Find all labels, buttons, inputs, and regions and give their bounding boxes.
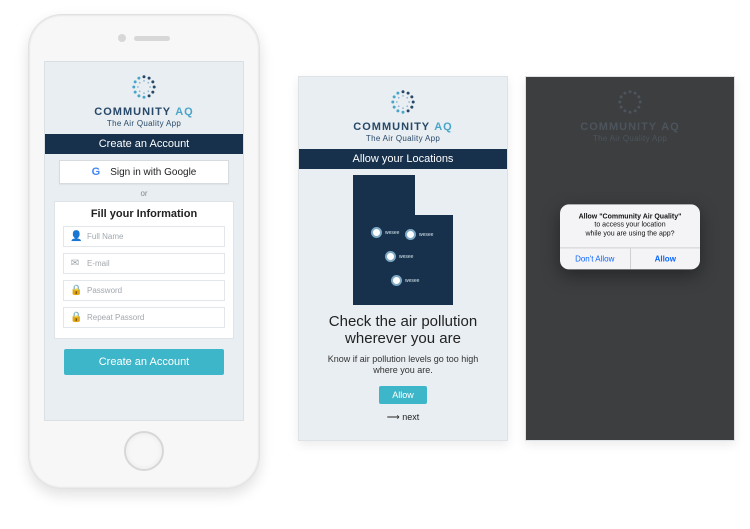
brand-name: COMMUNITY AQ — [526, 121, 734, 133]
header-allow-locations: Allow your Locations — [299, 149, 507, 169]
utah-map: wesee wesee wesee wesee — [343, 175, 463, 305]
community-aq-logo-icon — [386, 85, 420, 119]
map-pin[interactable]: wesee — [385, 251, 413, 262]
dont-allow-button[interactable]: Don't Allow — [560, 248, 631, 269]
fullname-field[interactable]: 👤 Full Name — [63, 226, 225, 247]
community-aq-logo-icon — [127, 70, 161, 104]
repeat-password-field[interactable]: 🔒 Repeat Passord — [63, 307, 225, 328]
lock-icon: 🔒 — [70, 312, 80, 323]
iphone-frame: COMMUNITY AQ The Air Quality App Create … — [28, 14, 260, 489]
brand-tagline: The Air Quality App — [526, 134, 734, 143]
email-placeholder: E-mail — [87, 259, 110, 268]
screen-ios-permission: COMMUNITY AQ The Air Quality App Allow "… — [525, 76, 735, 441]
google-signin-label: Sign in with Google — [110, 167, 196, 178]
next-link[interactable]: ⟶ next — [299, 412, 507, 423]
sub-headline: Know if air pollution levels go too high… — [299, 354, 507, 377]
mail-icon: ✉ — [70, 258, 80, 269]
divider-or: or — [45, 189, 243, 198]
allow-button[interactable]: Allow — [379, 386, 427, 404]
map-pin[interactable]: wesee — [371, 227, 399, 238]
create-account-button[interactable]: Create an Account — [64, 349, 224, 375]
brand-tagline: The Air Quality App — [45, 119, 243, 128]
brand-block: COMMUNITY AQ The Air Quality App — [45, 62, 243, 128]
phone-top — [118, 15, 170, 61]
front-camera-icon — [118, 34, 126, 42]
brand-name: COMMUNITY AQ — [299, 121, 507, 133]
form-title: Fill your Information — [63, 208, 225, 220]
brand-tagline: The Air Quality App — [299, 134, 507, 143]
brand-block: COMMUNITY AQ The Air Quality App — [299, 77, 507, 143]
signup-form: Fill your Information 👤 Full Name ✉ E-ma… — [54, 201, 234, 339]
ios-location-alert: Allow "Community Air Quality" to access … — [560, 204, 700, 269]
lock-icon: 🔒 — [70, 285, 80, 296]
screen-create-account: COMMUNITY AQ The Air Quality App Create … — [44, 61, 244, 421]
person-icon: 👤 — [70, 231, 80, 242]
password-field[interactable]: 🔒 Password — [63, 280, 225, 301]
email-field[interactable]: ✉ E-mail — [63, 253, 225, 274]
community-aq-logo-icon — [613, 85, 647, 119]
screen-allow-location: COMMUNITY AQ The Air Quality App Allow y… — [298, 76, 508, 441]
google-icon: G — [92, 166, 101, 178]
arrow-right-icon: ⟶ — [387, 412, 400, 422]
alert-message: Allow "Community Air Quality" to access … — [560, 204, 700, 247]
brand-block-dimmed: COMMUNITY AQ The Air Quality App — [526, 77, 734, 143]
repeat-password-placeholder: Repeat Passord — [87, 313, 144, 322]
google-signin-button[interactable]: G Sign in with Google — [59, 160, 229, 184]
home-button-icon[interactable] — [124, 431, 164, 471]
map-pin[interactable]: wesee — [391, 275, 419, 286]
header-create-account: Create an Account — [45, 134, 243, 154]
brand-name: COMMUNITY AQ — [45, 106, 243, 118]
fullname-placeholder: Full Name — [87, 232, 123, 241]
allow-button[interactable]: Allow — [631, 248, 701, 269]
map-pin[interactable]: wesee — [405, 229, 433, 240]
password-placeholder: Password — [87, 286, 122, 295]
speaker-icon — [134, 36, 170, 41]
headline: Check the air pollution wherever you are — [299, 313, 507, 348]
